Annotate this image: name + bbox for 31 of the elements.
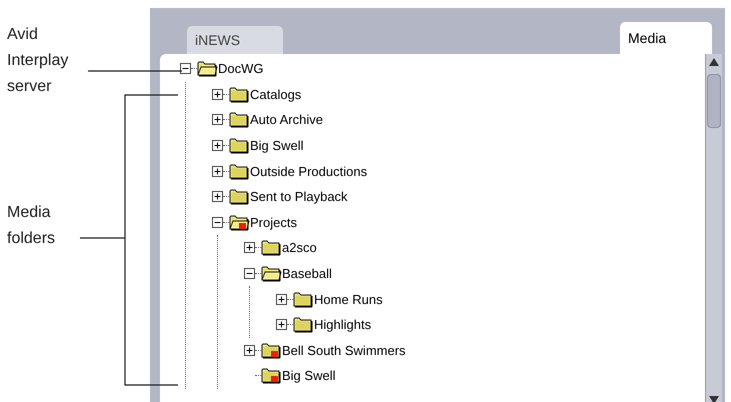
collapse-icon[interactable] [180, 63, 191, 74]
expand-icon[interactable] [276, 294, 287, 305]
tree-item[interactable]: Baseball [282, 267, 332, 280]
tree-item[interactable]: Highlights [314, 318, 372, 332]
expand-icon[interactable] [212, 114, 223, 126]
tab[interactable]: Media [620, 22, 712, 54]
scroll-thumb[interactable] [707, 74, 721, 128]
tree-item[interactable]: Catalogs [250, 88, 302, 101]
tree-item[interactable]: Big Swell [282, 369, 336, 382]
tree-item[interactable]: Bell South Swimmers [282, 344, 406, 357]
tree-item[interactable]: Home Runs [314, 292, 383, 306]
tree-item[interactable]: Projects [250, 216, 297, 229]
tree-item[interactable]: Sent to Playback [250, 190, 348, 204]
callout-label: Avid Interplay server [7, 25, 70, 97]
collapse-icon[interactable] [212, 216, 223, 228]
expand-icon[interactable] [212, 191, 223, 202]
expand-icon[interactable] [244, 344, 255, 356]
tree-item[interactable]: Big Swell [250, 139, 304, 152]
expand-icon[interactable] [212, 140, 223, 152]
expand-icon[interactable] [244, 242, 255, 254]
scrollbar[interactable] [705, 54, 722, 402]
expand-icon[interactable] [212, 88, 223, 100]
tree-item[interactable]: Auto Archive [250, 113, 323, 126]
tree-item[interactable]: DocWG [218, 62, 264, 76]
tree-item[interactable]: Outside Productions [250, 164, 368, 178]
tab[interactable]: iNEWS [187, 26, 283, 54]
collapse-icon[interactable] [244, 268, 255, 280]
expand-icon[interactable] [212, 166, 223, 177]
callout-label: Media folders [7, 203, 56, 249]
tree-item[interactable]: a2sco [282, 241, 317, 254]
expand-icon[interactable] [276, 319, 287, 330]
